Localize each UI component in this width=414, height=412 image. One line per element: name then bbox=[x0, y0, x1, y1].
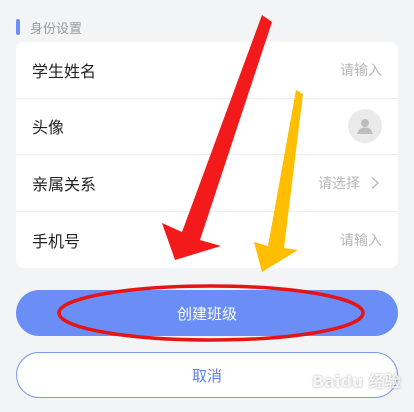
person-icon bbox=[357, 119, 373, 135]
relationship-label: 亲属关系 bbox=[32, 174, 97, 194]
baidu-watermark: Baidu 经验 bbox=[312, 372, 401, 391]
avatar-label: 头像 bbox=[32, 118, 65, 138]
relationship-select-value: 请选择 bbox=[318, 175, 360, 192]
phone-label: 手机号 bbox=[32, 231, 81, 251]
avatar-placeholder[interactable] bbox=[348, 109, 382, 144]
section-title: 身份设置 bbox=[30, 21, 83, 37]
section-accent-bar bbox=[16, 19, 20, 35]
relationship-select[interactable]: 请选择 bbox=[318, 173, 382, 193]
student-name-label: 学生姓名 bbox=[32, 61, 97, 81]
student-name-input[interactable]: 请输入 bbox=[340, 60, 382, 80]
form-row-phone[interactable]: 手机号 请输入 bbox=[16, 212, 398, 269]
identity-form-card: 学生姓名 请输入 头像 亲属关系 请选择 手机号 请输入 bbox=[16, 42, 398, 268]
section-header: 身份设置 bbox=[16, 16, 82, 38]
phone-input[interactable]: 请输入 bbox=[340, 230, 382, 250]
create-class-button[interactable]: 创建班级 bbox=[16, 290, 398, 336]
form-row-student-name[interactable]: 学生姓名 请输入 bbox=[16, 42, 398, 99]
form-row-relationship[interactable]: 亲属关系 请选择 bbox=[16, 155, 398, 212]
form-row-avatar[interactable]: 头像 bbox=[16, 99, 398, 155]
chevron-right-icon bbox=[371, 176, 380, 189]
